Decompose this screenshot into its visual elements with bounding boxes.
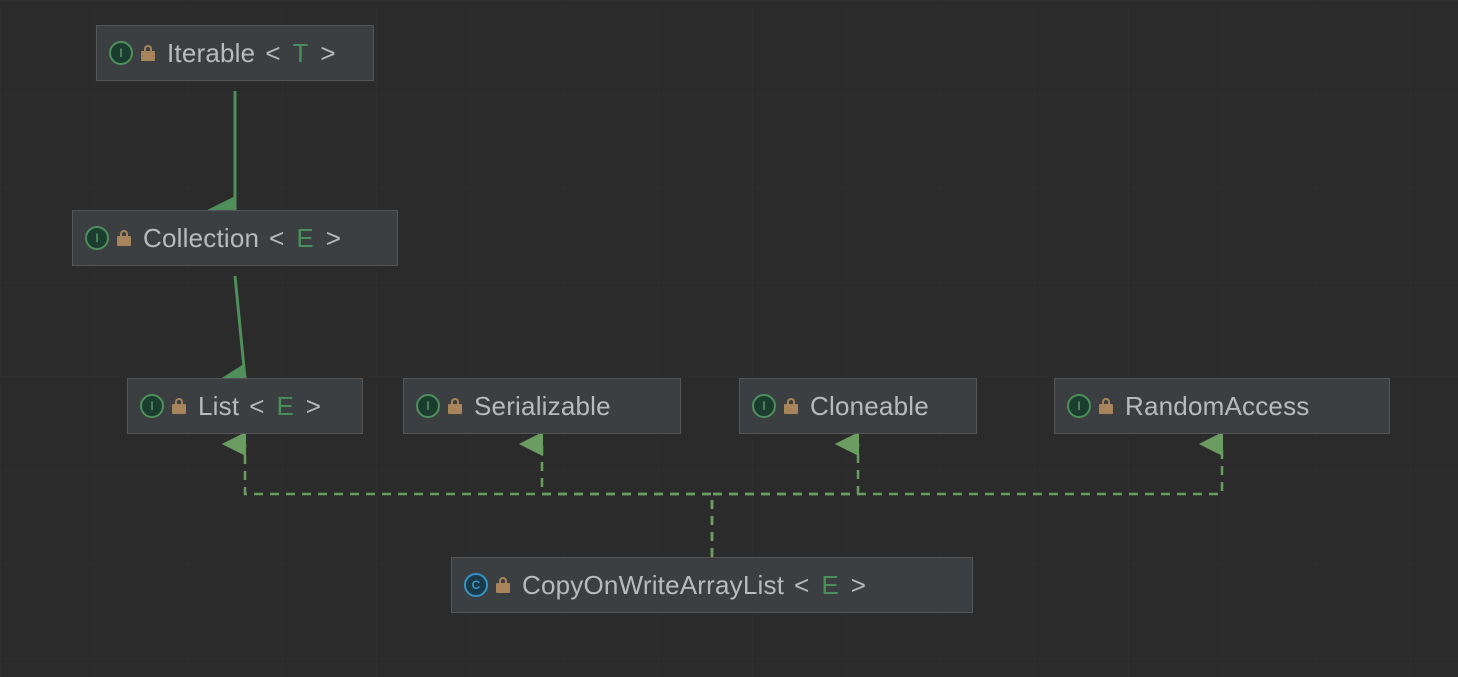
interface-icon: I — [85, 226, 109, 250]
interface-icon: I — [140, 394, 164, 418]
lock-icon — [117, 230, 131, 246]
type-name: RandomAccess — [1125, 391, 1309, 422]
node-iterable[interactable]: I Iterable < T > — [96, 25, 374, 81]
generic-open: < — [249, 391, 264, 422]
edge-cowarraylist-to-serializable — [542, 444, 712, 557]
generic-close: > — [320, 38, 335, 69]
edge-list-to-collection — [235, 276, 245, 378]
generic-param: E — [276, 391, 293, 422]
generic-open: < — [269, 223, 284, 254]
interface-icon: I — [416, 394, 440, 418]
node-cowarraylist[interactable]: C CopyOnWriteArrayList < E > — [451, 557, 973, 613]
node-list[interactable]: I List < E > — [127, 378, 363, 434]
generic-close: > — [306, 391, 321, 422]
type-name: List — [198, 391, 239, 422]
class-icon: C — [464, 573, 488, 597]
interface-icon: I — [1067, 394, 1091, 418]
lock-icon — [448, 398, 462, 414]
edge-cowarraylist-to-list — [245, 444, 712, 557]
type-name: Iterable — [167, 38, 255, 69]
node-cloneable[interactable]: I Cloneable — [739, 378, 977, 434]
node-collection[interactable]: I Collection < E > — [72, 210, 398, 266]
type-name: Serializable — [474, 391, 611, 422]
interface-icon: I — [109, 41, 133, 65]
lock-icon — [1099, 398, 1113, 414]
type-name: CopyOnWriteArrayList — [522, 570, 784, 601]
node-serializable[interactable]: I Serializable — [403, 378, 681, 434]
edge-cowarraylist-to-cloneable — [712, 444, 858, 557]
generic-close: > — [326, 223, 341, 254]
lock-icon — [784, 398, 798, 414]
type-name: Collection — [143, 223, 259, 254]
node-randomaccess[interactable]: I RandomAccess — [1054, 378, 1390, 434]
generic-close: > — [851, 570, 866, 601]
generic-open: < — [794, 570, 809, 601]
type-name: Cloneable — [810, 391, 929, 422]
lock-icon — [496, 577, 510, 593]
lock-icon — [141, 45, 155, 61]
generic-open: < — [265, 38, 280, 69]
generic-param: T — [293, 38, 309, 69]
edge-cowarraylist-to-randomaccess — [712, 444, 1222, 557]
interface-icon: I — [752, 394, 776, 418]
generic-param: E — [296, 223, 313, 254]
generic-param: E — [821, 570, 838, 601]
lock-icon — [172, 398, 186, 414]
